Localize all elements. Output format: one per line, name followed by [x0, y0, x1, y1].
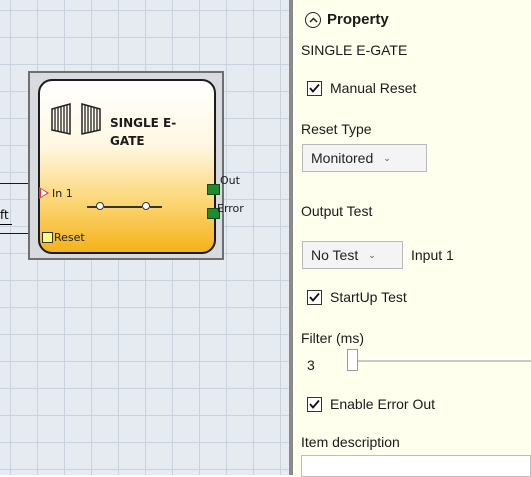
gate-icon — [81, 103, 101, 135]
chevron-down-icon: ⌄ — [383, 152, 391, 163]
manual-reset-row[interactable]: Manual Reset — [307, 80, 416, 96]
chevron-down-icon: ⌄ — [368, 249, 376, 260]
enable-error-out-row[interactable]: Enable Error Out — [307, 396, 435, 412]
manual-reset-label: Manual Reset — [330, 80, 417, 96]
startup-test-label: StartUp Test — [330, 289, 407, 305]
output-pin[interactable] — [207, 184, 220, 195]
single-egate-block[interactable]: SINGLE E- GATE In 1 Reset Out Error — [28, 71, 244, 260]
input-wire — [0, 183, 30, 184]
error-pin-label: Error — [217, 202, 244, 215]
block-title-line-2: GATE — [110, 134, 145, 148]
input-pin-arrow-fill — [41, 189, 47, 197]
startup-test-checkbox[interactable] — [307, 289, 322, 305]
item-description-label: Item description — [301, 434, 400, 450]
reset-wire — [0, 233, 30, 234]
filter-label: Filter (ms) — [301, 330, 364, 346]
property-header: Property — [305, 11, 389, 28]
filter-slider-thumb[interactable] — [347, 349, 358, 371]
enable-error-out-checkbox[interactable] — [307, 396, 322, 412]
startup-test-row[interactable]: StartUp Test — [307, 289, 407, 305]
filter-value: 3 — [307, 357, 315, 373]
enable-error-out-label: Enable Error Out — [330, 396, 436, 412]
gate-icon — [51, 103, 71, 135]
property-panel: Property SINGLE E-GATE Manual Reset Rese… — [289, 0, 531, 477]
output-test-select[interactable]: No Test ⌄ — [302, 241, 403, 269]
design-canvas[interactable]: ft SINGLE E- GATE In 1 Reset Out Error — [0, 0, 289, 475]
switch-line-right — [150, 206, 162, 208]
checkmark-icon — [309, 399, 320, 409]
checkmark-icon — [309, 292, 320, 302]
output-test-suffix: Input 1 — [411, 247, 454, 263]
offscreen-block-underline — [0, 224, 12, 225]
manual-reset-checkbox[interactable] — [307, 80, 322, 96]
block-name: SINGLE E-GATE — [301, 42, 408, 58]
block-body[interactable]: SINGLE E- GATE In 1 Reset — [38, 79, 220, 254]
block-title: SINGLE E- GATE — [110, 114, 200, 150]
reset-type-select[interactable]: Monitored ⌄ — [302, 144, 427, 172]
switch-contact-left — [96, 202, 104, 210]
output-test-label: Output Test — [301, 203, 373, 219]
chevron-up-circle-icon[interactable] — [305, 11, 321, 28]
switch-contact-right — [142, 202, 150, 210]
item-description-field[interactable] — [301, 455, 531, 477]
output-pin-label: Out — [220, 174, 240, 187]
reset-type-value: Monitored — [311, 150, 374, 166]
offscreen-block-label: ft — [0, 208, 9, 222]
property-title: Property — [327, 11, 389, 28]
output-test-value: No Test — [311, 247, 359, 263]
reset-type-label: Reset Type — [301, 121, 372, 137]
reset-pin[interactable] — [42, 232, 53, 243]
reset-pin-label: Reset — [54, 231, 85, 244]
switch-line-mid — [104, 206, 142, 208]
block-title-line-1: SINGLE E- — [110, 116, 177, 130]
filter-slider-track[interactable] — [347, 360, 531, 362]
checkmark-icon — [309, 83, 320, 93]
input-pin-label: In 1 — [52, 187, 73, 200]
